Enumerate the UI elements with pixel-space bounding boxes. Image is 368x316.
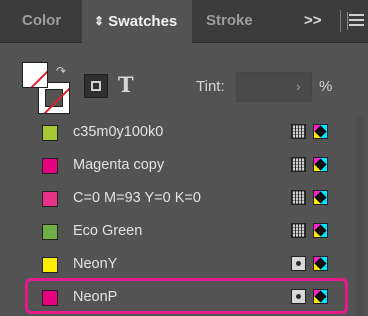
hamburger-icon-line — [349, 19, 364, 21]
swatch-name: C=0 M=93 Y=0 K=0 — [73, 190, 201, 206]
process-color-icon — [291, 157, 306, 172]
swatch-name: c35m0y100k0 — [73, 124, 164, 140]
tab-color[interactable]: Color — [22, 0, 80, 42]
process-color-icon — [291, 223, 306, 238]
none-slash — [23, 63, 47, 87]
formatting-affects-text-button[interactable]: T — [118, 72, 134, 97]
panel-tab-bar: Color ⇕ Swatches Stroke >> — [0, 0, 368, 43]
spot-color-icon — [291, 256, 306, 271]
tab-swatches[interactable]: ⇕ Swatches — [82, 0, 192, 43]
tint-unit: % — [319, 78, 333, 95]
cmyk-mode-icon — [313, 124, 328, 139]
cmyk-mode-icon — [313, 256, 328, 271]
process-color-icon — [291, 124, 306, 139]
tab-swatches-label: Swatches — [108, 13, 178, 30]
swap-fill-stroke-icon[interactable]: ↷ — [56, 64, 66, 78]
fill-stroke-selector[interactable]: ↷ — [22, 62, 72, 114]
fill-none-icon[interactable] — [22, 62, 48, 88]
cmyk-mode-icon — [313, 223, 328, 238]
swatch-row[interactable]: Eco Green — [22, 215, 352, 247]
swatch-color-chip — [42, 158, 58, 174]
spot-color-icon — [291, 289, 306, 304]
updown-arrows-icon: ⇕ — [94, 14, 105, 28]
panel-menu-button[interactable] — [340, 10, 368, 32]
cmyk-mode-icon — [313, 157, 328, 172]
divider — [347, 12, 348, 30]
swatch-name: NeonY — [73, 256, 118, 272]
swatch-color-chip — [42, 290, 58, 306]
swatch-color-chip — [42, 257, 58, 273]
swatch-list: c35m0y100k0 Magenta copy C=0 M=93 Y=0 K=0 E… — [0, 115, 368, 316]
swatch-name: Eco Green — [73, 223, 143, 239]
more-tabs-button[interactable]: >> — [304, 0, 322, 42]
formatting-affects-container-button[interactable] — [84, 74, 108, 98]
cmyk-mode-icon — [313, 289, 328, 304]
swatch-row[interactable]: NeonY — [22, 248, 352, 280]
container-icon — [91, 81, 101, 91]
tab-stroke[interactable]: Stroke — [206, 0, 286, 42]
cmyk-mode-icon — [313, 190, 328, 205]
swatch-color-chip — [42, 224, 58, 240]
swatch-name: NeonP — [73, 289, 118, 305]
tint-label: Tint: — [196, 78, 225, 95]
swatch-row[interactable]: NeonP — [22, 281, 352, 313]
swatch-color-chip — [42, 125, 58, 141]
tint-slider-arrow-icon[interactable]: › — [296, 78, 301, 94]
hamburger-icon-line — [349, 24, 364, 26]
swatch-color-chip — [42, 191, 58, 207]
swatch-row[interactable]: c35m0y100k0 — [22, 116, 352, 148]
hamburger-icon — [349, 14, 364, 16]
swatch-row[interactable]: C=0 M=93 Y=0 K=0 — [22, 182, 352, 214]
scrollbar[interactable] — [356, 118, 364, 316]
process-color-icon — [291, 190, 306, 205]
swatch-name: Magenta copy — [73, 157, 165, 173]
swatch-row[interactable]: Magenta copy — [22, 149, 352, 181]
